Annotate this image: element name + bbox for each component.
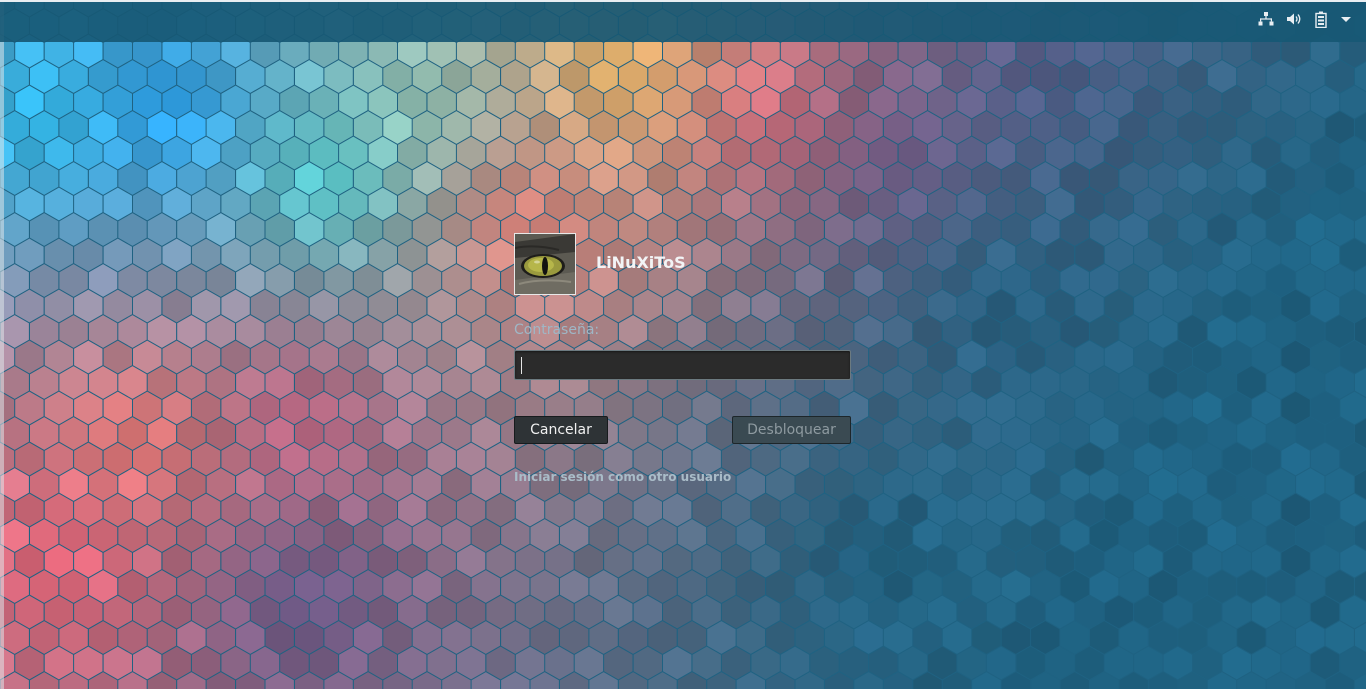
cat-eye-image bbox=[515, 234, 575, 294]
text-caret bbox=[521, 357, 522, 374]
password-label: Contraseña: bbox=[514, 322, 600, 338]
hexagon-wallpaper bbox=[0, 0, 1366, 689]
system-tray bbox=[1258, 8, 1352, 30]
login-as-other-user-link[interactable]: Iniciar sesión como otro usuario bbox=[514, 470, 731, 484]
volume-icon[interactable] bbox=[1286, 11, 1302, 27]
lock-screen: LiNuXiToS Contraseña: Cancelar Desbloque… bbox=[0, 0, 1366, 689]
menu-arrow-icon[interactable] bbox=[1340, 13, 1352, 25]
username-label: LiNuXiToS bbox=[596, 253, 686, 272]
top-bar bbox=[0, 0, 1366, 42]
user-avatar bbox=[514, 233, 576, 295]
network-wired-icon[interactable] bbox=[1258, 11, 1274, 27]
unlock-button[interactable]: Desbloquear bbox=[732, 416, 851, 444]
password-field[interactable] bbox=[514, 350, 851, 380]
cancel-button[interactable]: Cancelar bbox=[514, 416, 608, 444]
battery-icon[interactable] bbox=[1314, 11, 1328, 28]
window-edge bbox=[0, 0, 4, 689]
